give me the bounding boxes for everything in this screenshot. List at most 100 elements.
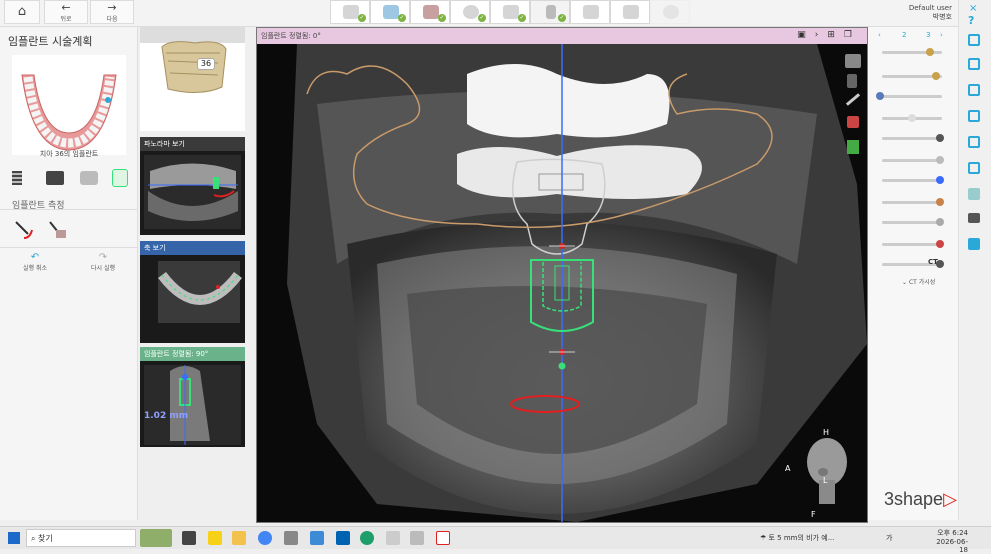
slider-abutment[interactable]	[882, 134, 944, 142]
slider-tooth[interactable]	[876, 92, 942, 100]
measure-value: 1.02 mm	[144, 411, 189, 421]
measure-angle-icon[interactable]	[48, 220, 68, 240]
help-icon[interactable]: ?	[968, 14, 974, 27]
workflow-step-3[interactable]: ✓	[410, 0, 450, 24]
edge-icon[interactable]	[360, 531, 374, 545]
workflow-step-7[interactable]	[570, 0, 610, 24]
ct-visibility-toggle[interactable]: ⌄ CT 가시성	[902, 277, 935, 286]
user-name: Default user	[908, 4, 952, 12]
camera-icon[interactable]	[968, 213, 980, 223]
sleeve-icon[interactable]	[80, 171, 98, 185]
chrome-icon[interactable]	[258, 531, 272, 545]
pager-item[interactable]: 3	[926, 31, 930, 39]
user-info: Default user 박병호	[880, 4, 952, 22]
check-icon: ✓	[478, 14, 486, 22]
layout-icon[interactable]: ⊞	[827, 30, 844, 40]
next-label: 다음	[106, 16, 118, 23]
tooth-number-badge: 36	[197, 58, 215, 70]
implant-tool-icon[interactable]	[847, 74, 857, 88]
close-icon[interactable]: ×	[969, 3, 977, 14]
visibility-panel: ‹ 2 3 › CT ⌄ CT 가시성 3shape▷	[868, 27, 958, 520]
abutment-icon[interactable]	[46, 171, 64, 185]
taskbar-search[interactable]: ⌕ 찾기	[26, 529, 136, 547]
viewport-title: 임플란트 정렬됨: 0°	[261, 32, 321, 40]
undo-button[interactable]: ↶ 실행 취소	[10, 252, 60, 272]
workflow-step-4[interactable]: ✓	[450, 0, 490, 24]
tooth-caption: 치아 36의 임플란트	[39, 150, 99, 158]
app-icon[interactable]	[410, 531, 424, 545]
divider	[0, 247, 138, 248]
taskbar-widget[interactable]	[140, 529, 172, 547]
view-icon-3[interactable]	[968, 84, 980, 96]
workflow-step-6-active[interactable]: ✓	[530, 0, 570, 24]
slider-gum[interactable]	[882, 114, 942, 122]
arrow-left-icon: ←	[61, 1, 71, 14]
clock[interactable]: 오후 6:24 2026-06-18	[928, 528, 968, 554]
folder-icon[interactable]: ▣	[797, 30, 815, 40]
slider-nerve[interactable]	[882, 218, 944, 226]
clock-date: 2026-06-18	[936, 538, 968, 554]
view-icon-6[interactable]	[968, 162, 980, 174]
next-button[interactable]: → 다음	[90, 0, 134, 24]
workflow-step-9[interactable]	[650, 0, 690, 24]
search-label: 찾기	[38, 534, 53, 543]
file-explorer-icon[interactable]	[232, 531, 246, 545]
app-icon[interactable]	[284, 531, 298, 545]
expand-icon[interactable]: ›	[815, 30, 828, 40]
workflow-step-2[interactable]: ✓	[370, 0, 410, 24]
weather-widget[interactable]: ☂ 토 5 mm의 비가 예...	[760, 533, 834, 543]
workflow-step-8[interactable]	[610, 0, 650, 24]
thumb-title: 파노라마 보기	[140, 137, 245, 151]
thumb-3d-model[interactable]: 36	[140, 27, 245, 131]
thumb-axial[interactable]: 축 보기	[140, 241, 245, 343]
app-icon[interactable]	[310, 531, 324, 545]
slider-sleeve[interactable]	[882, 198, 944, 206]
slider-scan[interactable]	[882, 72, 942, 80]
toolbox-icon[interactable]	[847, 116, 859, 128]
jaw-model-preview[interactable]	[12, 55, 126, 155]
slider-model[interactable]	[882, 48, 942, 56]
divider	[0, 209, 138, 210]
implant-icon[interactable]	[12, 171, 22, 185]
orientation-head[interactable]: H A L F	[785, 428, 855, 520]
export-view-icon[interactable]	[968, 238, 980, 250]
clock-time: 오후 6:24	[937, 529, 968, 537]
slider-guide[interactable]	[882, 240, 944, 248]
bone-density-icon[interactable]	[845, 54, 861, 68]
windows-start-icon[interactable]	[8, 532, 20, 544]
window-icon[interactable]: ❐	[844, 30, 861, 40]
thumb-implant-90[interactable]: 임플란트 정렬됨: 90° 1.02 mm	[140, 347, 245, 447]
view-icon-1[interactable]	[968, 34, 980, 46]
workflow-step-1[interactable]: ✓	[330, 0, 370, 24]
app-icon[interactable]	[386, 531, 400, 545]
snapshot-icon[interactable]	[968, 188, 980, 200]
weather-text: 토 5 mm의 비가 예...	[768, 534, 835, 542]
slider-crown[interactable]	[882, 156, 944, 164]
back-button[interactable]: ← 뒤로	[44, 0, 88, 24]
check-icon: ✓	[518, 14, 526, 22]
arrow-down-icon[interactable]	[847, 140, 859, 154]
kakaotalk-icon[interactable]	[208, 531, 222, 545]
workflow-step-5[interactable]: ✓	[490, 0, 530, 24]
implant-studio-icon[interactable]	[436, 531, 450, 545]
pager-item[interactable]: 2	[902, 31, 906, 39]
implant-selected-icon[interactable]	[112, 169, 128, 187]
ime-indicator[interactable]: 가	[886, 533, 892, 543]
view-icon-5[interactable]	[968, 136, 980, 148]
main-ct-viewport[interactable]: 임플란트 정렬됨: 0° ▣›⊞❐ H A L F	[256, 27, 868, 523]
align-icon	[423, 5, 439, 19]
redo-button[interactable]: ↷ 다시 실행	[78, 252, 128, 272]
slider-implant[interactable]	[882, 176, 944, 184]
pager-prev-icon[interactable]: ‹	[878, 31, 881, 39]
view-icon-2[interactable]	[968, 58, 980, 70]
app-icon[interactable]	[336, 531, 350, 545]
thumb-panorama[interactable]: 파노라마 보기	[140, 137, 245, 235]
home-button[interactable]: ⌂	[4, 0, 40, 24]
task-view-icon[interactable]	[182, 531, 196, 545]
check-icon: ✓	[438, 14, 446, 22]
undo-icon: ↶	[30, 252, 40, 263]
back-label: 뒤로	[60, 16, 72, 23]
view-icon-4[interactable]	[968, 110, 980, 122]
measure-distance-icon[interactable]	[14, 220, 34, 240]
pager-next-icon[interactable]: ›	[940, 31, 943, 39]
